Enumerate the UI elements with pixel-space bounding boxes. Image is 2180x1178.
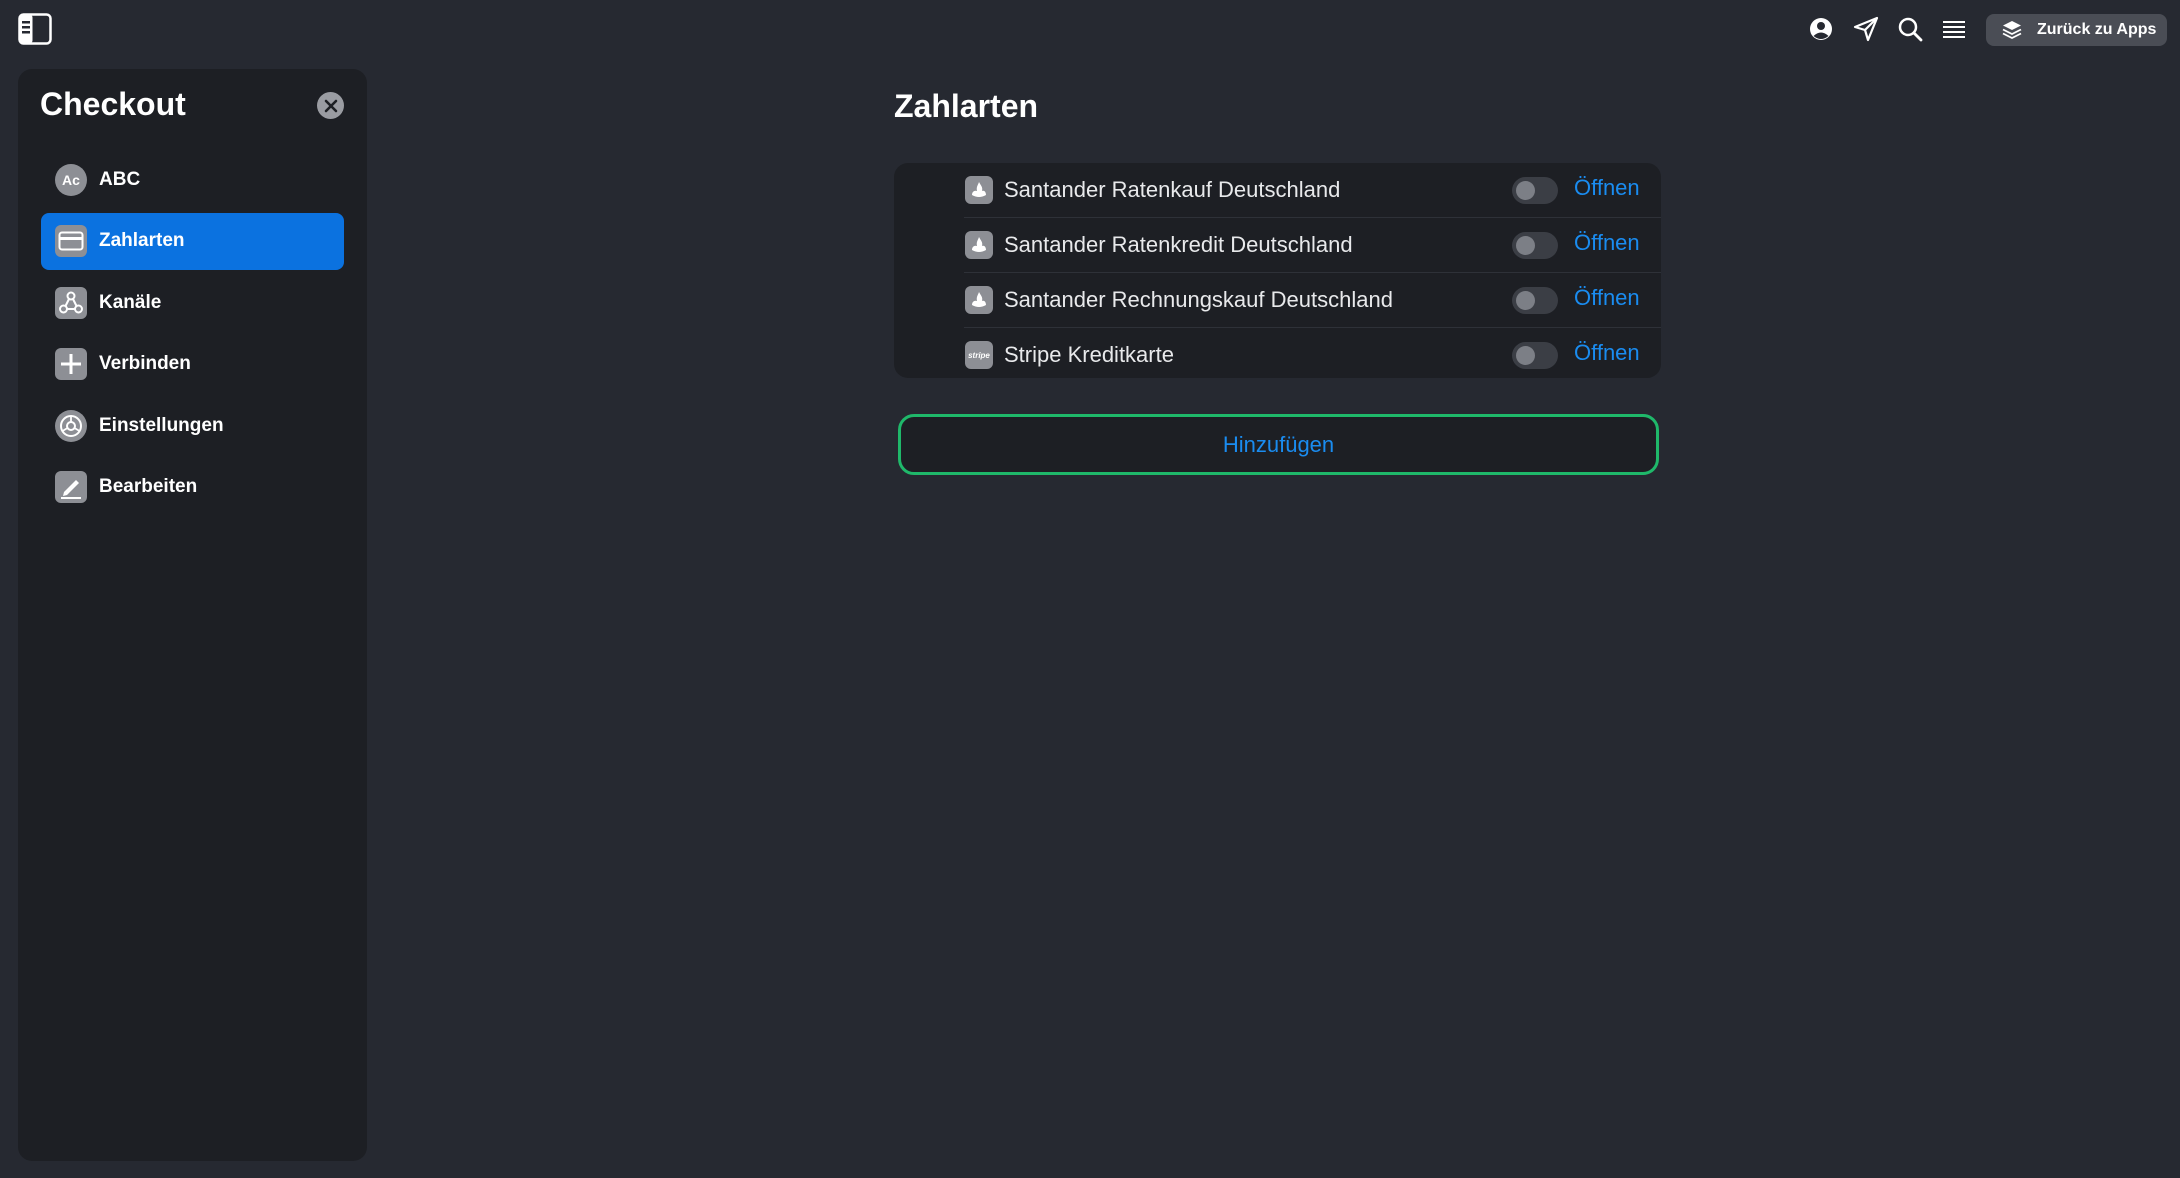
add-button-label: Hinzufügen (1222, 431, 1335, 457)
close-icon[interactable] (317, 92, 344, 119)
enable-toggle[interactable] (1512, 287, 1558, 314)
open-link[interactable]: Öffnen (1574, 230, 1640, 256)
menu-icon[interactable] (1939, 14, 1969, 44)
santander-icon (965, 286, 993, 314)
send-icon[interactable] (1851, 14, 1881, 44)
sidebar-item-label: Verbinden (99, 353, 191, 375)
list-item: stripe Stripe Kreditkarte Öffnen (894, 328, 1661, 378)
plus-icon (55, 348, 87, 381)
add-button[interactable]: Hinzufügen (898, 414, 1659, 475)
enable-toggle[interactable] (1512, 342, 1558, 369)
sidebar-item-verbinden[interactable]: Verbinden (41, 336, 344, 393)
santander-icon (965, 231, 993, 259)
santander-icon (965, 176, 993, 204)
payment-method-list: Santander Ratenkauf Deutschland Öffnen S… (894, 163, 1661, 378)
sidebar-item-kanaele[interactable]: Kanäle (41, 274, 344, 331)
open-link[interactable]: Öffnen (1574, 340, 1640, 366)
top-bar: Zurück zu Apps (0, 0, 2180, 58)
sidebar-title: Checkout (40, 86, 186, 122)
payment-method-name: Stripe Kreditkarte (1004, 342, 1174, 367)
avatar-icon: Ac (55, 163, 87, 196)
payment-method-name: Santander Ratenkauf Deutschland (1004, 177, 1341, 202)
sidebar-nav: Ac ABC Zahlarten Kanäle Verbinden Einste… (41, 151, 344, 521)
sidebar-item-label: Zahlarten (99, 230, 185, 252)
enable-toggle[interactable] (1512, 177, 1558, 204)
list-item: Santander Ratenkauf Deutschland Öffnen (894, 163, 1661, 218)
account-icon[interactable] (1806, 14, 1836, 44)
sidebar-toggle-icon[interactable] (18, 13, 52, 45)
sidebar-item-label: Bearbeiten (99, 476, 198, 498)
layers-icon (2002, 21, 2022, 40)
stripe-icon: stripe (965, 341, 993, 369)
list-item: Santander Ratenkredit Deutschland Öffnen (894, 218, 1661, 273)
open-link[interactable]: Öffnen (1574, 285, 1640, 311)
open-link[interactable]: Öffnen (1574, 175, 1640, 201)
sidebar-item-abc[interactable]: Ac ABC (41, 151, 344, 208)
settings-icon (55, 409, 87, 442)
sidebar-item-label: ABC (99, 168, 141, 190)
sidebar-item-label: Einstellungen (99, 414, 224, 436)
sidebar-item-bearbeiten[interactable]: Bearbeiten (41, 459, 344, 516)
sidebar-item-einstellungen[interactable]: Einstellungen (41, 397, 344, 454)
enable-toggle[interactable] (1512, 232, 1558, 259)
sidebar: Checkout Ac ABC Zahlarten Kanäle Verbind… (18, 69, 367, 1161)
sidebar-item-label: Kanäle (99, 291, 162, 313)
channels-icon (55, 286, 87, 319)
search-icon[interactable] (1895, 14, 1925, 44)
page-title: Zahlarten (894, 88, 1039, 124)
payment-method-name: Santander Ratenkredit Deutschland (1004, 232, 1353, 257)
back-to-apps-label: Zurück zu Apps (2037, 21, 2157, 38)
credit-card-icon (55, 225, 87, 258)
list-item: Santander Rechnungskauf Deutschland Öffn… (894, 273, 1661, 328)
back-to-apps-button[interactable]: Zurück zu Apps (1986, 14, 2167, 46)
edit-icon (55, 471, 87, 504)
sidebar-item-zahlarten[interactable]: Zahlarten (41, 212, 344, 270)
payment-method-name: Santander Rechnungskauf Deutschland (1004, 287, 1393, 312)
